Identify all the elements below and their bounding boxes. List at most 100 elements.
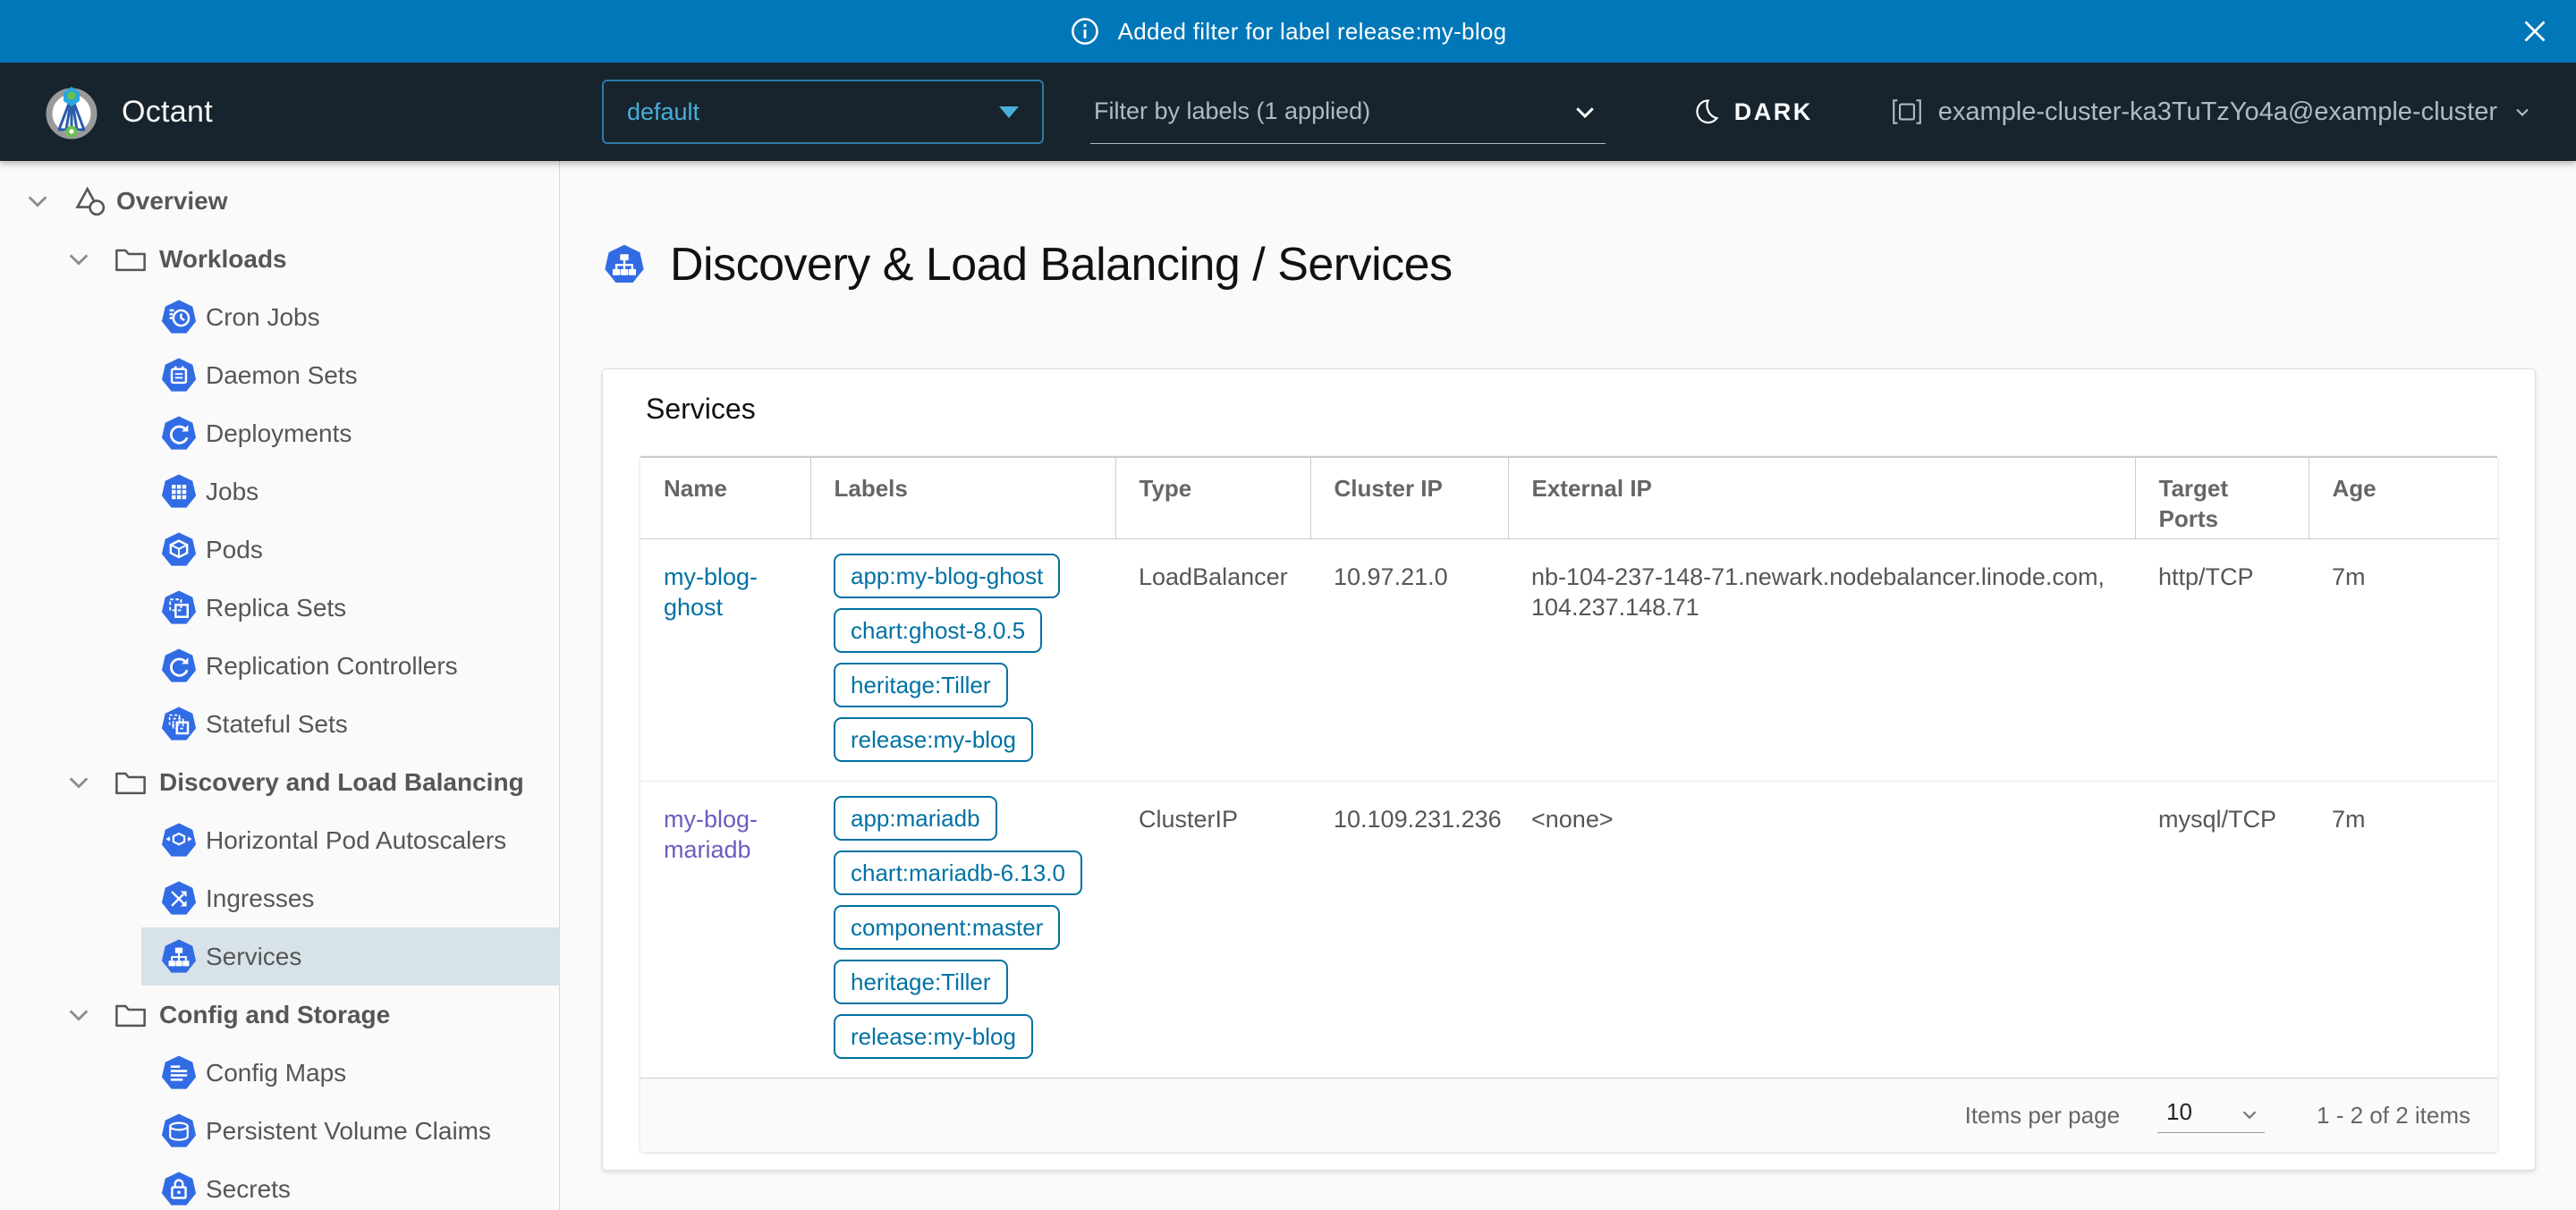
- chevron-down-icon[interactable]: [66, 247, 91, 272]
- namespace-dropdown[interactable]: default: [602, 80, 1044, 144]
- sidebar-group-discovery-and-load-balancing[interactable]: Discovery and Load Balancing: [0, 753, 559, 811]
- namespace-value: default: [627, 98, 699, 126]
- label-badge[interactable]: app:my-blog-ghost: [834, 554, 1060, 598]
- cluster-context-dropdown[interactable]: example-cluster-ka3TuTzYo4a@example-clus…: [1890, 95, 2533, 129]
- label-badge[interactable]: release:my-blog: [834, 717, 1033, 762]
- table-row: my-blog-ghost app:my-blog-ghost chart:ghos…: [640, 539, 2497, 782]
- chevron-down-icon: [2512, 101, 2533, 123]
- label-badge[interactable]: component:master: [834, 905, 1060, 950]
- secrets-icon: [159, 1170, 199, 1209]
- cluster-icon: [1890, 95, 1924, 129]
- sidebar-item-services[interactable]: Services: [0, 927, 559, 986]
- notification-bar: Added filter for label release:my-blog: [0, 0, 2576, 63]
- folder-icon: [113, 997, 148, 1033]
- datagrid-footer: Items per page 10 1 - 2 of 2 items: [640, 1079, 2497, 1152]
- pagination-range: 1 - 2 of 2 items: [2317, 1102, 2470, 1130]
- card-title: Services: [646, 393, 2535, 426]
- replication-controllers-icon: [159, 647, 199, 686]
- label-badge[interactable]: heritage:Tiller: [834, 960, 1008, 1004]
- caret-down-icon: [999, 106, 1019, 118]
- target-ports-cell: http/TCP: [2135, 539, 2309, 782]
- type-cell: ClusterIP: [1115, 782, 1310, 1079]
- sidebar-item-label: Deployments: [206, 419, 352, 448]
- sidebar-item-label: Ingresses: [206, 884, 314, 913]
- sidebar-item-stateful-sets[interactable]: Stateful Sets: [0, 695, 559, 753]
- cluster-context-text: example-cluster-ka3TuTzYo4a@example-clus…: [1938, 97, 2497, 127]
- sidebar-group-workloads[interactable]: Workloads: [0, 230, 559, 288]
- sidebar-item-ingresses[interactable]: Ingresses: [0, 869, 559, 927]
- folder-icon: [113, 241, 148, 277]
- sidebar-item-config-maps[interactable]: Config Maps: [0, 1044, 559, 1102]
- octant-app: Added filter for label release:my-blog: [0, 0, 2576, 1210]
- sidebar-item-label: Secrets: [206, 1175, 291, 1204]
- items-per-page-select[interactable]: 10: [2157, 1098, 2265, 1133]
- sidebar-group-config-and-storage[interactable]: Config and Storage: [0, 986, 559, 1044]
- sidebar-item-jobs[interactable]: Jobs: [0, 462, 559, 520]
- sidebar-item-horizontal-pod-autoscalers[interactable]: Horizontal Pod Autoscalers: [0, 811, 559, 869]
- label-badge[interactable]: app:mariadb: [834, 796, 997, 841]
- chevron-down-icon[interactable]: [66, 770, 91, 795]
- items-per-page-value: 10: [2166, 1098, 2192, 1126]
- sidebar-item-pods[interactable]: Pods: [0, 520, 559, 579]
- info-icon: [1070, 16, 1100, 47]
- sidebar-item-cron-jobs[interactable]: Cron Jobs: [0, 288, 559, 346]
- app-title: Octant: [122, 95, 213, 130]
- sidebar-item-label: Horizontal Pod Autoscalers: [206, 826, 506, 855]
- services-icon: [602, 242, 647, 287]
- moon-icon: [1692, 97, 1721, 126]
- label-badge[interactable]: release:my-blog: [834, 1014, 1033, 1059]
- sidebar-item-replication-controllers[interactable]: Replication Controllers: [0, 637, 559, 695]
- horizontal-pod-autoscalers-icon: [159, 821, 199, 860]
- sidebar-item-daemon-sets[interactable]: Daemon Sets: [0, 346, 559, 404]
- chevron-down-icon[interactable]: [25, 189, 50, 214]
- folder-icon: [113, 765, 148, 800]
- label-badge[interactable]: chart:mariadb-6.13.0: [834, 850, 1082, 895]
- external-ip-cell: <none>: [1508, 782, 2135, 1079]
- octant-logo-icon: [43, 83, 100, 140]
- chevron-down-icon[interactable]: [66, 1003, 91, 1028]
- service-link[interactable]: my-blog-ghost: [664, 563, 758, 621]
- label-filter-text: Filter by labels (1 applied): [1094, 97, 1370, 125]
- page-title: Discovery & Load Balancing / Services: [670, 238, 1453, 292]
- sidebar-item-overview[interactable]: Overview: [0, 172, 559, 230]
- column-header-name: Name: [640, 457, 810, 539]
- label-badge[interactable]: chart:ghost-8.0.5: [834, 608, 1042, 653]
- pods-icon: [159, 530, 199, 570]
- sidebar-item-label: Config Maps: [206, 1059, 346, 1087]
- jobs-icon: [159, 472, 199, 512]
- sidebar-item-label: Daemon Sets: [206, 361, 358, 390]
- sidebar-item-replica-sets[interactable]: Replica Sets: [0, 579, 559, 637]
- sidebar-tree: Overview Workloads Cron Jobs Daemon Sets Dep…: [0, 161, 560, 1210]
- service-link[interactable]: my-blog-mariadb: [664, 806, 758, 863]
- column-header-cluster-ip: Cluster IP: [1310, 457, 1508, 539]
- column-header-labels: Labels: [810, 457, 1115, 539]
- dark-theme-toggle[interactable]: DARK: [1687, 97, 1818, 127]
- sidebar-item-secrets[interactable]: Secrets: [0, 1160, 559, 1210]
- cluster-ip-cell: 10.97.21.0: [1310, 539, 1508, 782]
- sidebar-item-deployments[interactable]: Deployments: [0, 404, 559, 462]
- close-icon[interactable]: [2515, 12, 2555, 51]
- label-badge[interactable]: heritage:Tiller: [834, 663, 1008, 707]
- type-cell: LoadBalancer: [1115, 539, 1310, 782]
- sidebar-item-label: Replication Controllers: [206, 652, 458, 681]
- sidebar-item-label: Workloads: [159, 245, 287, 274]
- replica-sets-icon: [159, 588, 199, 628]
- stateful-sets-icon: [159, 705, 199, 744]
- sidebar-item-label: Persistent Volume Claims: [206, 1117, 491, 1146]
- sidebar-item-label: Overview: [116, 187, 228, 216]
- sidebar-item-persistent-volume-claims[interactable]: Persistent Volume Claims: [0, 1102, 559, 1160]
- target-ports-cell: mysql/TCP: [2135, 782, 2309, 1079]
- items-per-page-label: Items per page: [1965, 1102, 2120, 1130]
- label-filter-dropdown[interactable]: Filter by labels (1 applied): [1090, 80, 1606, 144]
- brand[interactable]: Octant: [43, 83, 213, 140]
- sidebar-item-label: Pods: [206, 536, 263, 564]
- sidebar-item-label: Replica Sets: [206, 594, 346, 622]
- config-maps-icon: [159, 1053, 199, 1093]
- sidebar-item-label: Cron Jobs: [206, 303, 320, 332]
- notification-message-wrap: Added filter for label release:my-blog: [1070, 16, 1507, 47]
- age-cell: 7m: [2309, 782, 2497, 1079]
- external-ip-cell: nb-104-237-148-71.newark.nodebalancer.li…: [1508, 539, 2135, 782]
- page-title-row: Discovery & Load Balancing / Services: [602, 238, 2576, 292]
- sidebar-item-label: Jobs: [206, 478, 258, 506]
- column-header-type: Type: [1115, 457, 1310, 539]
